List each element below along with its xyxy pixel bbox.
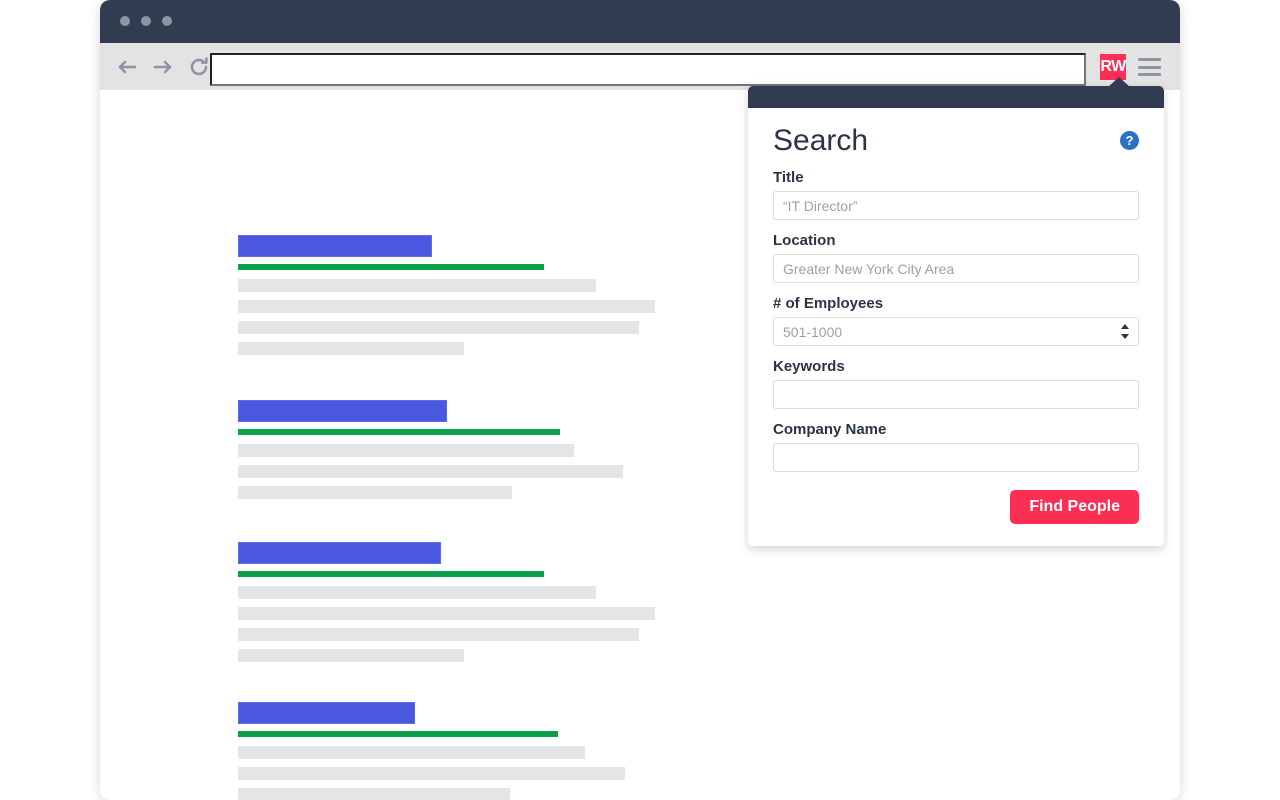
label-company: Company Name: [773, 421, 887, 438]
field-employees: # of Employees: [773, 295, 1139, 346]
search-result-item[interactable]: [238, 400, 655, 499]
hamburger-bar-3: [1138, 73, 1161, 76]
hamburger-menu-icon[interactable]: [1138, 58, 1161, 76]
field-title: Title: [773, 169, 1139, 220]
result-title-placeholder: [238, 400, 447, 422]
label-location: Location: [773, 232, 836, 249]
window-minimize-dot[interactable]: [141, 16, 151, 26]
screenshot-stage: RW Search ? Title Location # of Employees K…: [0, 0, 1280, 800]
employees-select[interactable]: [773, 317, 1139, 346]
result-url-placeholder: [238, 571, 544, 577]
result-text-placeholder: [238, 628, 639, 641]
result-title-placeholder: [238, 702, 415, 724]
search-result-item[interactable]: [238, 235, 655, 355]
result-url-placeholder: [238, 731, 558, 737]
label-employees: # of Employees: [773, 295, 884, 312]
result-text-placeholder: [238, 486, 512, 499]
field-company: Company Name: [773, 421, 1139, 472]
browser-titlebar: [100, 0, 1180, 43]
location-input[interactable]: [773, 254, 1139, 283]
field-keywords: Keywords: [773, 358, 1139, 409]
label-keywords: Keywords: [773, 358, 845, 375]
back-arrow-icon[interactable]: [112, 53, 142, 81]
company-input[interactable]: [773, 443, 1139, 472]
result-text-placeholder: [238, 300, 655, 313]
page-title: Search: [773, 124, 869, 157]
search-form: Title Location # of Employees Keywords Compa…: [773, 169, 1139, 472]
panel-body: Search ? Title Location # of Employees Keyw…: [748, 108, 1164, 546]
extension-logo-text: RW: [1100, 58, 1126, 75]
result-text-placeholder: [238, 444, 574, 457]
result-text-placeholder: [238, 649, 464, 662]
select-wrapper-employees: [773, 317, 1139, 346]
result-text-placeholder: [238, 342, 464, 355]
result-title-placeholder: [238, 235, 432, 257]
search-extension-panel: Search ? Title Location # of Employees Keyw…: [748, 77, 1164, 546]
result-text-placeholder: [238, 788, 510, 800]
browser-toolbar: RW: [100, 43, 1180, 90]
search-result-item[interactable]: [238, 702, 655, 800]
result-text-placeholder: [238, 279, 596, 292]
help-icon[interactable]: ?: [1120, 131, 1139, 150]
title-input[interactable]: [773, 191, 1139, 220]
forward-arrow-icon[interactable]: [148, 53, 178, 81]
field-location: Location: [773, 232, 1139, 283]
result-title-placeholder: [238, 542, 441, 564]
find-people-button[interactable]: Find People: [1010, 490, 1139, 524]
window-close-dot[interactable]: [120, 16, 130, 26]
panel-actions: Find People: [773, 490, 1139, 524]
result-url-placeholder: [238, 429, 560, 435]
panel-header-bar: [748, 86, 1164, 108]
window-maximize-dot[interactable]: [162, 16, 172, 26]
result-text-placeholder: [238, 746, 585, 759]
keywords-input[interactable]: [773, 380, 1139, 409]
panel-title-row: Search ?: [773, 124, 1139, 157]
search-result-item[interactable]: [238, 542, 655, 662]
hamburger-bar-2: [1138, 65, 1161, 69]
window-controls: [120, 16, 172, 26]
result-text-placeholder: [238, 321, 639, 334]
result-text-placeholder: [238, 465, 623, 478]
search-results-list: [238, 235, 655, 800]
label-title: Title: [773, 169, 804, 186]
panel-notch-arrow: [1108, 77, 1130, 87]
hamburger-bar-1: [1138, 58, 1161, 61]
result-text-placeholder: [238, 586, 596, 599]
navigation-controls: [112, 53, 214, 81]
address-bar-input[interactable]: [210, 53, 1086, 86]
result-text-placeholder: [238, 607, 655, 620]
result-text-placeholder: [238, 767, 625, 780]
result-url-placeholder: [238, 264, 544, 270]
